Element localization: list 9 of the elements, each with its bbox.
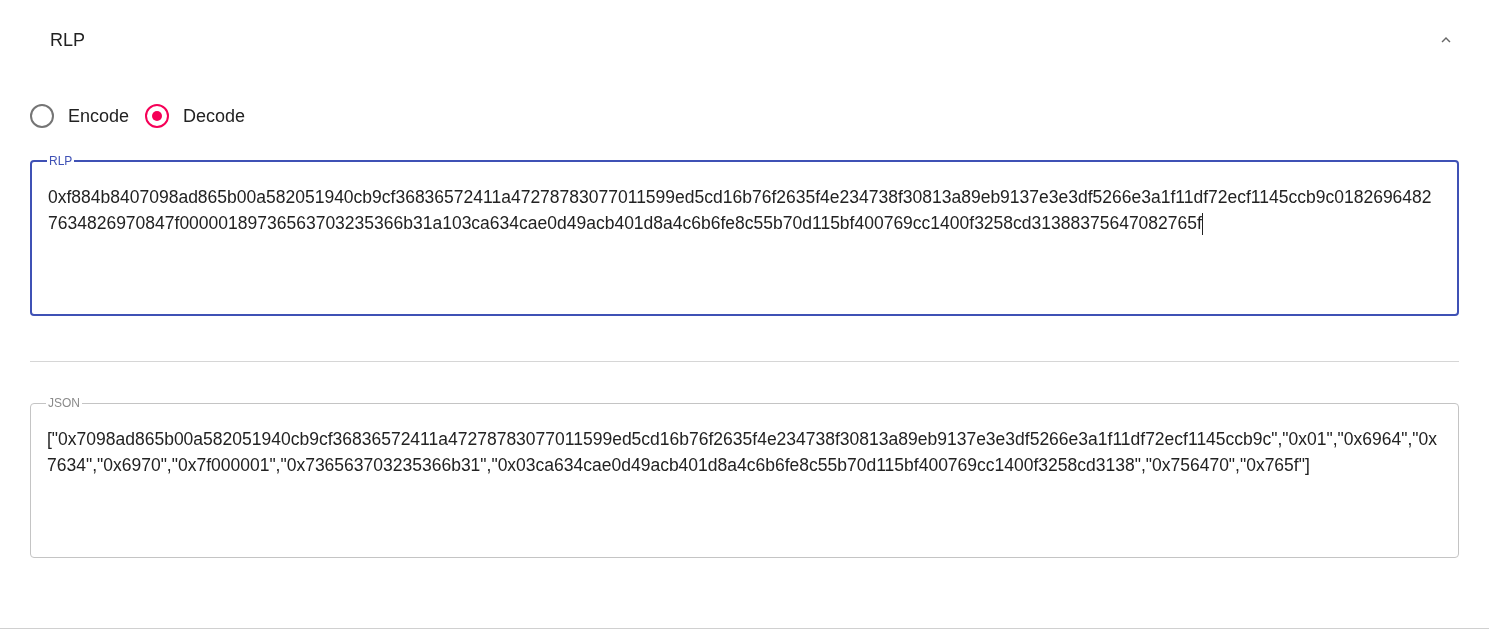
- radio-option[interactable]: Encode: [30, 102, 130, 130]
- field-label: JSON: [47, 395, 81, 412]
- field-value: 0xf884b8407098ad865b00a582051940cb9cf36836572411a47278783077011599ed5cd16b76f2635f4e234738f30813a89eb9137e3e3df5266e3a1f11df72ecf1145ccb9c01826964827634826970847f00000189736563703235366b31a103ca634cae0d49acb401d8a4c6b6fe8c55b70d115bf400769cc1400f3258cd31388375647082765f: [48, 184, 1441, 236]
- text-cursor: [1201, 213, 1203, 236]
- field-value: ["0x7098ad865b00a582051940cb9cf36836572411a47278783077011599ed5cd16b76f2635f4e234738f30813a89eb9137e3e3df5266e3a1f11df72ecf1145ccb9c","0x01","0x6964","0x7634","0x6970","0x7f000001","0x736563703235366b31","0x03ca634cae0d49acb401d8a4c6b6fe8c55b70d115bf400769cc1400f3258cd3138","0x756470","0x765f"]: [47, 428, 1438, 477]
- radio-option[interactable]: Decode: [145, 102, 246, 130]
- panel-title: RLP: [50, 28, 85, 52]
- field-label: RLP: [48, 153, 74, 170]
- accordion-header[interactable]: RLP: [0, 0, 1489, 80]
